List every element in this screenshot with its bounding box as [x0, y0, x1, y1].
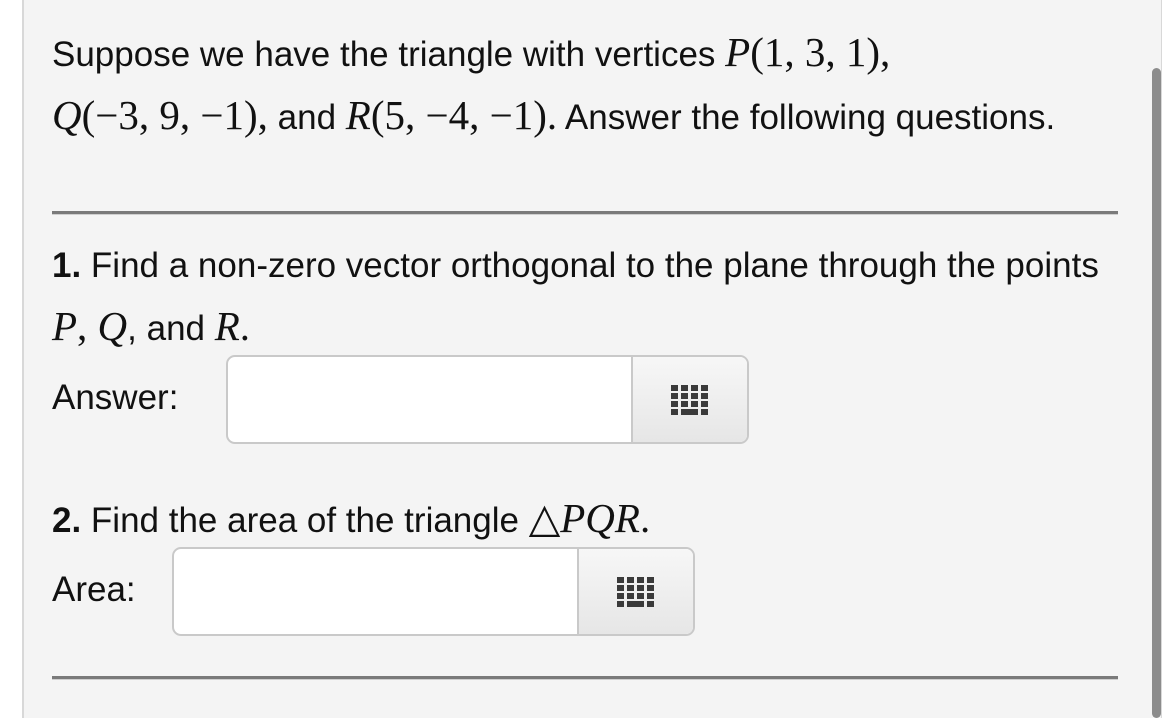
vertex-r-label: R — [345, 92, 371, 138]
divider-bottom — [52, 676, 1118, 680]
vertex-p-coords: (1, 3, 1), — [750, 29, 891, 75]
question-number: 2. — [52, 501, 82, 540]
triangle-symbol: △ — [528, 495, 561, 541]
question-number: 1. — [52, 246, 82, 285]
divider-top — [52, 211, 1118, 215]
vertex-r-coords: (5, −4, −1). — [370, 92, 558, 138]
scrollbar[interactable] — [1152, 68, 1161, 718]
keypad-grid-icon — [671, 384, 708, 415]
vertex-p-label: P — [725, 29, 751, 75]
area-label: Area: — [52, 570, 136, 609]
problem-intro: Suppose we have the triangle with vertic… — [52, 29, 1056, 138]
keypad-button[interactable] — [577, 549, 693, 634]
question-1: 1. Find a non-zero vector orthogonal to … — [52, 246, 1099, 349]
vertex-q-coords: (−3, 9, −1), — [81, 92, 268, 138]
area-field[interactable] — [172, 547, 695, 636]
area-input[interactable] — [174, 549, 579, 634]
keypad-button[interactable] — [631, 357, 747, 442]
question-2: 2. Find the area of the triangle △PQR. — [52, 495, 651, 541]
answer-field[interactable] — [226, 355, 749, 444]
keypad-grid-icon — [617, 576, 654, 607]
answer-input[interactable] — [228, 357, 633, 442]
vertex-q-label: Q — [52, 92, 82, 138]
answer-label: Answer: — [52, 378, 179, 417]
